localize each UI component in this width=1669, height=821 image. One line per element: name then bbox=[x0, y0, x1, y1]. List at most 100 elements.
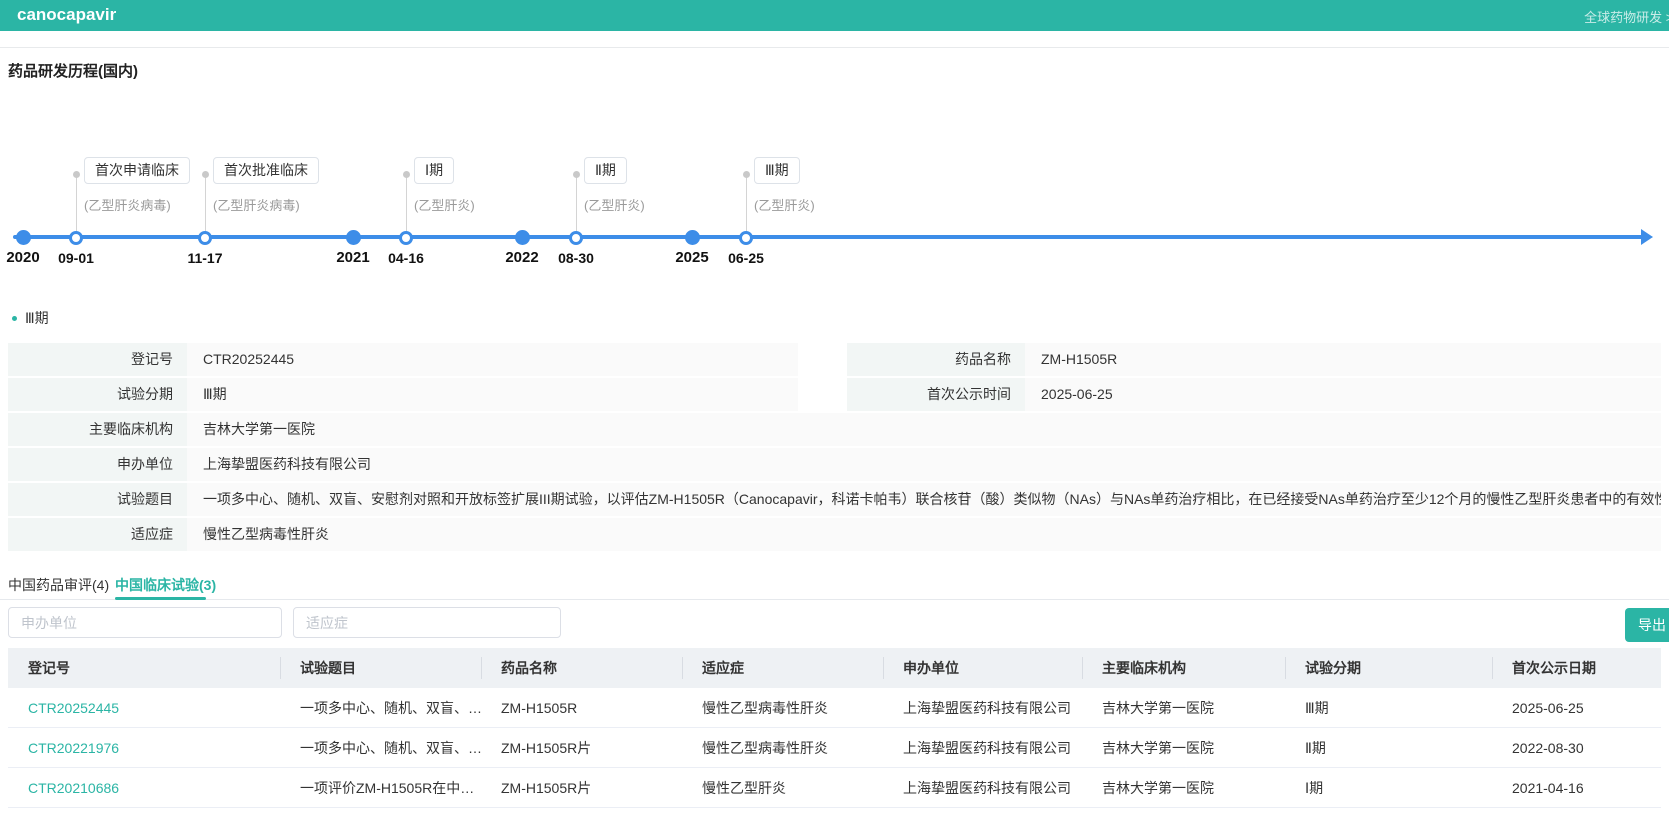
timeline-event-dot bbox=[569, 231, 583, 245]
timeline-arrow-icon bbox=[1641, 229, 1653, 245]
timeline-date-label: 04-16 bbox=[376, 250, 436, 266]
indication-filter-input[interactable] bbox=[293, 607, 561, 638]
detail-row: 试验题目一项多中心、随机、双盲、安慰剂对照和开放标签扩展III期试验，以评估ZM… bbox=[8, 483, 1661, 516]
timeline-date-label: 08-30 bbox=[546, 250, 606, 266]
detail-gap bbox=[798, 378, 847, 411]
page: canocapavir 全球药物研发 > 详情 药品研发历程(国内) 2020首… bbox=[0, 0, 1669, 821]
detail-value: 一项多中心、随机、双盲、安慰剂对照和开放标签扩展III期试验，以评估ZM-H15… bbox=[187, 483, 1661, 516]
page-title: 药品研发历程(国内) bbox=[8, 60, 138, 81]
column-header: 试验分期 bbox=[1285, 648, 1492, 688]
detail-row: 申办单位上海挚盟医药科技有限公司 bbox=[8, 448, 1661, 481]
timeline-milestone-sublabel: (乙型肝炎) bbox=[754, 195, 815, 214]
column-header: 药品名称 bbox=[481, 648, 682, 688]
table-cell: 一项多中心、随机、双盲、… bbox=[280, 688, 481, 727]
column-header: 试验题目 bbox=[280, 648, 481, 688]
detail-value: CTR20252445 bbox=[187, 343, 798, 376]
timeline-year-dot bbox=[346, 230, 361, 245]
table-cell: Ⅱ期 bbox=[1285, 728, 1492, 767]
table-row[interactable]: CTR20221976一项多中心、随机、双盲、…ZM-H1505R片慢性乙型病毒… bbox=[8, 728, 1661, 768]
column-header: 主要临床机构 bbox=[1082, 648, 1285, 688]
timeline-year-label: 2022 bbox=[492, 249, 552, 266]
breadcrumb[interactable]: 全球药物研发 > 详情 bbox=[1584, 7, 1669, 26]
bullet-icon bbox=[12, 316, 17, 321]
timeline-event-dot bbox=[198, 231, 212, 245]
timeline-milestone-sublabel: (乙型肝炎) bbox=[414, 195, 475, 214]
sponsor-filter-input[interactable] bbox=[8, 607, 282, 638]
table-cell: 一项多中心、随机、双盲、… bbox=[280, 728, 481, 767]
drug-name-title: canocapavir bbox=[17, 5, 116, 25]
table-cell: ZM-H1505R片 bbox=[481, 768, 682, 807]
timeline-connector bbox=[406, 176, 407, 235]
timeline-milestone-label[interactable]: 首次申请临床 bbox=[84, 157, 190, 184]
trial-detail-table: 登记号CTR20252445药品名称ZM-H1505R试验分期Ⅲ期首次公示时间2… bbox=[8, 343, 1661, 553]
timeline-connector bbox=[576, 176, 577, 235]
column-header: 首次公示日期 bbox=[1492, 648, 1661, 688]
timeline-event-dot bbox=[399, 231, 413, 245]
detail-value: 上海挚盟医药科技有限公司 bbox=[187, 448, 1661, 481]
app-header: canocapavir 全球药物研发 > 详情 bbox=[0, 0, 1669, 31]
detail-value: 2025-06-25 bbox=[1025, 378, 1661, 411]
column-header: 申办单位 bbox=[883, 648, 1082, 688]
table-cell: 2025-06-25 bbox=[1492, 688, 1661, 727]
table-body: CTR20252445一项多中心、随机、双盲、…ZM-H1505R慢性乙型病毒性… bbox=[8, 688, 1661, 808]
timeline-milestone-sublabel: (乙型肝炎病毒) bbox=[213, 195, 300, 214]
table-row[interactable]: CTR20210686一项评价ZM-H1505R在中…ZM-H1505R片慢性乙… bbox=[8, 768, 1661, 808]
timeline-date-label: 11-17 bbox=[175, 250, 235, 266]
timeline-milestone-label[interactable]: Ⅰ期 bbox=[414, 157, 454, 184]
timeline-milestone-sublabel: (乙型肝炎病毒) bbox=[84, 195, 171, 214]
detail-value: 慢性乙型病毒性肝炎 bbox=[187, 518, 1661, 551]
active-tab-underline bbox=[115, 597, 206, 600]
table-cell: 慢性乙型病毒性肝炎 bbox=[682, 688, 883, 727]
table-cell: 一项评价ZM-H1505R在中… bbox=[280, 768, 481, 807]
table-cell: 2022-08-30 bbox=[1492, 728, 1661, 767]
timeline-milestone-label[interactable]: Ⅲ期 bbox=[754, 157, 800, 184]
detail-label: 申办单位 bbox=[8, 448, 187, 481]
timeline-milestone-sublabel: (乙型肝炎) bbox=[584, 195, 645, 214]
timeline-event-dot bbox=[739, 231, 753, 245]
tab-china-clinical-trials[interactable]: 中国临床试验(3) bbox=[115, 575, 216, 595]
filter-bar: 导出 bbox=[0, 607, 1669, 643]
clinical-trials-table: 登记号试验题目药品名称适应症申办单位主要临床机构试验分期首次公示日期 CTR20… bbox=[8, 648, 1661, 808]
timeline-connector bbox=[205, 176, 206, 235]
detail-gap bbox=[798, 343, 847, 376]
table-cell: 吉林大学第一医院 bbox=[1082, 728, 1285, 767]
timeline-year-dot bbox=[685, 230, 700, 245]
detail-row: 登记号CTR20252445药品名称ZM-H1505R bbox=[8, 343, 1661, 376]
detail-label: 登记号 bbox=[8, 343, 187, 376]
table-row[interactable]: CTR20252445一项多中心、随机、双盲、…ZM-H1505R慢性乙型病毒性… bbox=[8, 688, 1661, 728]
detail-row: 主要临床机构吉林大学第一医院 bbox=[8, 413, 1661, 446]
timeline-connector-dot bbox=[743, 171, 750, 178]
registration-link[interactable]: CTR20221976 bbox=[8, 728, 280, 767]
table-cell: ZM-H1505R片 bbox=[481, 728, 682, 767]
table-cell: Ⅲ期 bbox=[1285, 688, 1492, 727]
timeline-connector-dot bbox=[573, 171, 580, 178]
detail-row: 试验分期Ⅲ期首次公示时间2025-06-25 bbox=[8, 378, 1661, 411]
registration-link[interactable]: CTR20252445 bbox=[8, 688, 280, 727]
timeline-date-label: 06-25 bbox=[716, 250, 776, 266]
timeline-year-dot bbox=[515, 230, 530, 245]
phase-section-title: Ⅲ期 bbox=[25, 308, 49, 328]
detail-value: 吉林大学第一医院 bbox=[187, 413, 1661, 446]
timeline-axis bbox=[13, 235, 1645, 239]
registration-link[interactable]: CTR20210686 bbox=[8, 768, 280, 807]
detail-label: 主要临床机构 bbox=[8, 413, 187, 446]
timeline-year-label: 2025 bbox=[662, 249, 722, 266]
detail-label: 药品名称 bbox=[847, 343, 1025, 376]
timeline-date-label: 09-01 bbox=[46, 250, 106, 266]
detail-label: 试验题目 bbox=[8, 483, 187, 516]
detail-label: 适应症 bbox=[8, 518, 187, 551]
table-cell: 上海挚盟医药科技有限公司 bbox=[883, 768, 1082, 807]
timeline-connector-dot bbox=[73, 171, 80, 178]
timeline-connector bbox=[746, 176, 747, 235]
export-button[interactable]: 导出 bbox=[1625, 608, 1669, 642]
detail-value: Ⅲ期 bbox=[187, 378, 798, 411]
column-header: 登记号 bbox=[8, 648, 280, 688]
phase-section-header: Ⅲ期 bbox=[12, 308, 49, 328]
table-cell: 慢性乙型肝炎 bbox=[682, 768, 883, 807]
timeline-event-dot bbox=[69, 231, 83, 245]
timeline-milestone-label[interactable]: 首次批准临床 bbox=[213, 157, 319, 184]
table-cell: 上海挚盟医药科技有限公司 bbox=[883, 728, 1082, 767]
table-cell: 吉林大学第一医院 bbox=[1082, 768, 1285, 807]
tab-china-drug-review[interactable]: 中国药品审评(4) bbox=[8, 575, 109, 595]
timeline-milestone-label[interactable]: Ⅱ期 bbox=[584, 157, 627, 184]
